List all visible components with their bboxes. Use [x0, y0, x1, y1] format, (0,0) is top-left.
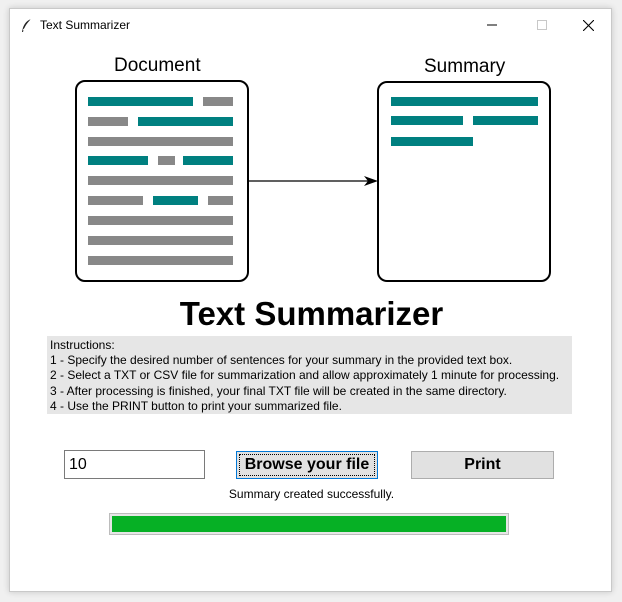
status-text: Summary created successfully. — [228, 487, 395, 501]
page-title: Text Summarizer — [179, 295, 444, 332]
window-title: Text Summarizer — [40, 18, 131, 32]
print-button[interactable]: Print — [411, 451, 554, 479]
minimize-icon — [487, 24, 497, 26]
close-button[interactable] — [565, 9, 611, 41]
instructions-line: 1 - Specify the desired number of senten… — [50, 353, 513, 368]
browse-file-label: Browse your file — [244, 456, 370, 473]
arrow-icon — [248, 176, 378, 186]
instructions-line: 4 - Use the PRINT button to print your s… — [50, 398, 342, 413]
instructions-line: 2 - Select a TXT or CSV file for summari… — [50, 368, 560, 383]
progress-bar — [109, 513, 509, 535]
maximize-button[interactable] — [519, 9, 565, 41]
maximize-icon — [537, 20, 547, 30]
print-label: Print — [464, 456, 501, 473]
summarizer-illustration — [75, 80, 551, 282]
title-bar[interactable]: Text Summarizer — [10, 9, 611, 41]
progress-bar-fill — [112, 516, 506, 532]
browse-file-button[interactable]: Browse your file — [236, 451, 378, 479]
instructions-line: 3 - After processing is finished, your f… — [50, 383, 507, 398]
app-window: Text Summarizer Document Summary Text Su… — [9, 8, 612, 592]
summary-icon — [377, 81, 551, 282]
document-lines — [88, 97, 233, 265]
feather-icon — [22, 18, 32, 32]
instructions-panel: Instructions: 1 - Specify the desired nu… — [47, 336, 572, 414]
sentence-count-input[interactable] — [64, 450, 205, 479]
instructions-line: Instructions: — [50, 338, 115, 352]
minimize-button[interactable] — [469, 9, 515, 41]
close-icon — [582, 19, 594, 31]
